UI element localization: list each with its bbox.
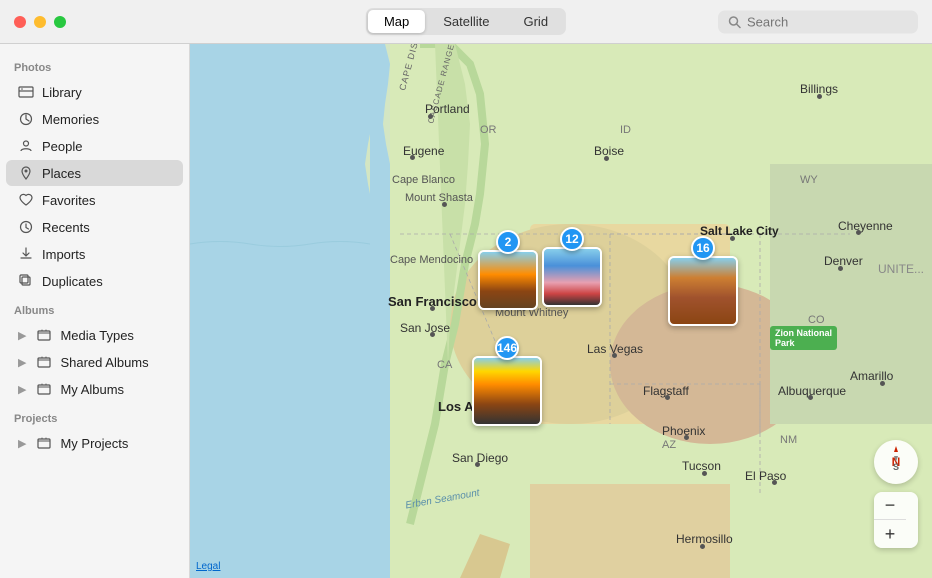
expand-icon-shared: ▶ [18,356,26,369]
expand-icon-albums: ▶ [18,383,26,396]
sidebar-item-label-duplicates: Duplicates [42,274,103,289]
people-icon [18,138,34,154]
dot-flagstaff [665,395,670,400]
sidebar-item-imports[interactable]: Imports [6,241,183,267]
toolbar-center: Map Satellite Grid [366,8,566,35]
tab-map[interactable]: Map [368,10,425,33]
dot-san-jose [430,332,435,337]
compass-rose[interactable]: N S [874,440,918,484]
cluster-12[interactable]: 12 [542,227,602,307]
sidebar-item-label-my-albums: My Albums [60,382,124,397]
search-input[interactable] [747,14,908,29]
sidebar-item-label-library: Library [42,85,82,100]
sidebar-item-people[interactable]: People [6,133,183,159]
dot-phoenix [684,435,689,440]
search-bar[interactable] [718,10,918,33]
cluster-16-photo[interactable] [668,256,738,326]
sidebar-item-places[interactable]: Places [6,160,183,186]
sidebar-item-label-memories: Memories [42,112,99,127]
sidebar-item-label-favorites: Favorites [42,193,95,208]
sidebar-item-my-projects[interactable]: ▶ My Projects [6,430,183,456]
legal-link[interactable]: Legal [196,561,220,572]
dot-sf [430,306,435,311]
sidebar-item-shared-albums[interactable]: ▶ Shared Albums [6,349,183,375]
dot-amarillo [880,381,885,386]
dot-san-diego [475,462,480,467]
search-icon [728,15,741,28]
recents-icon [18,219,34,235]
dot-denver [838,266,843,271]
zoom-controls: − + [874,492,918,548]
sidebar-item-duplicates[interactable]: Duplicates [6,268,183,294]
united-states-label: UNITE... [878,262,924,276]
dot-las-vegas [612,353,617,358]
dot-mount-shasta [442,202,447,207]
sidebar-item-library[interactable]: Library [6,79,183,105]
dot-billings [817,94,822,99]
sidebar-item-label-recents: Recents [42,220,90,235]
tab-satellite[interactable]: Satellite [427,10,505,33]
zoom-in-button[interactable]: + [874,520,906,548]
expand-icon-projects: ▶ [18,437,26,450]
sidebar-item-my-albums[interactable]: ▶ My Albums [6,376,183,402]
map-background: CAPE DISAPPOINTMENT CASCADE RANGE [190,44,932,578]
sidebar-item-label-imports: Imports [42,247,85,262]
dot-cheyenne [856,230,861,235]
my-albums-icon [36,381,52,397]
places-icon [18,165,34,181]
titlebar: Map Satellite Grid [0,0,932,44]
cluster-16-badge[interactable]: 16 [691,236,715,260]
dot-el-paso [772,480,777,485]
map-controls: N S − + [874,440,918,548]
favorites-icon [18,192,34,208]
shared-albums-icon [36,354,52,370]
cluster-16[interactable]: 16 [668,236,738,326]
media-types-icon [36,327,52,343]
duplicates-icon [18,273,34,289]
memories-icon [18,111,34,127]
cluster-2[interactable]: 2 [478,230,538,310]
dot-albuquerque [808,395,813,400]
sidebar-item-label-shared-albums: Shared Albums [60,355,148,370]
my-projects-icon [36,435,52,451]
traffic-lights [0,16,66,28]
library-icon [18,84,34,100]
dot-eugene [410,155,415,160]
close-button[interactable] [14,16,26,28]
cluster-146-photo[interactable] [472,356,542,426]
sidebar-item-recents[interactable]: Recents [6,214,183,240]
dot-tucson [702,471,707,476]
minimize-button[interactable] [34,16,46,28]
sidebar-item-label-my-projects: My Projects [60,436,128,451]
dot-hermosillo [700,544,705,549]
sidebar: Photos Library Memories People Places [0,44,190,578]
sidebar-item-favorites[interactable]: Favorites [6,187,183,213]
cluster-2-photo[interactable] [478,250,538,310]
cluster-146-badge[interactable]: 146 [495,336,519,360]
sidebar-item-memories[interactable]: Memories [6,106,183,132]
imports-icon [18,246,34,262]
tab-grid[interactable]: Grid [507,10,564,33]
cluster-12-badge[interactable]: 12 [560,227,584,251]
zion-national-park-badge[interactable]: Zion NationalPark [770,326,837,350]
sidebar-section-albums: Albums [0,295,189,321]
main-content: Photos Library Memories People Places [0,44,932,578]
expand-icon-media: ▶ [18,329,26,342]
dot-portland [428,114,433,119]
cluster-12-photo[interactable] [542,247,602,307]
sidebar-section-projects: Projects [0,403,189,429]
sidebar-item-label-media-types: Media Types [60,328,133,343]
cluster-2-badge[interactable]: 2 [496,230,520,254]
view-tabs: Map Satellite Grid [366,8,566,35]
sidebar-section-photos: Photos [0,52,189,78]
map-container[interactable]: CAPE DISAPPOINTMENT CASCADE RANGE Portla… [190,44,932,578]
cluster-146[interactable]: 146 [472,336,542,426]
sidebar-item-media-types[interactable]: ▶ Media Types [6,322,183,348]
zoom-out-button[interactable]: − [874,492,906,520]
sidebar-item-label-people: People [42,139,82,154]
maximize-button[interactable] [54,16,66,28]
dot-boise [604,156,609,161]
sidebar-item-label-places: Places [42,166,81,181]
